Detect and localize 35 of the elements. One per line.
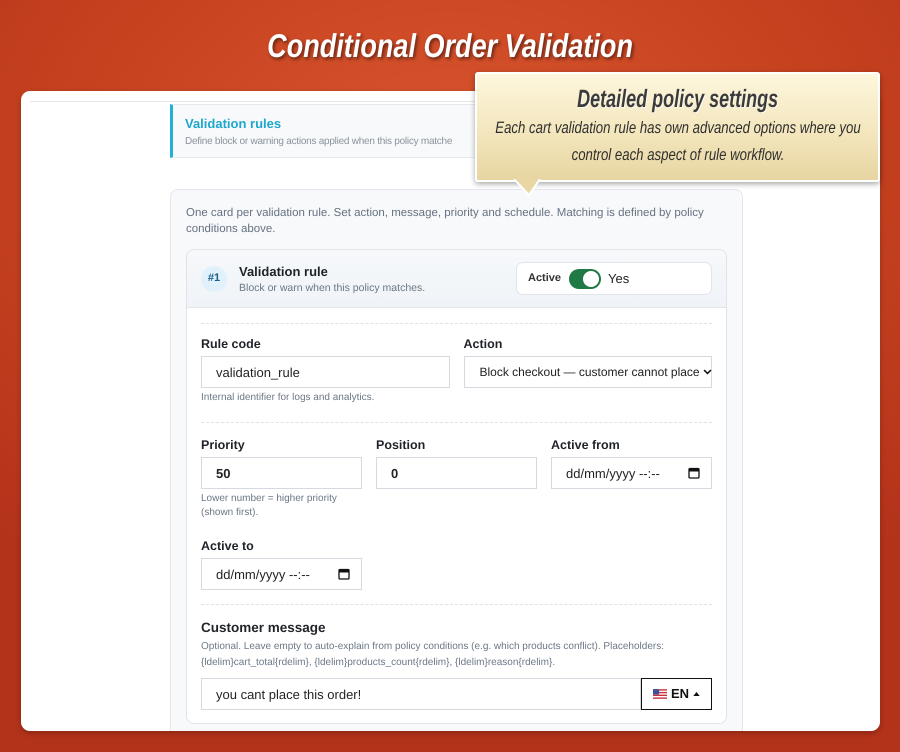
- field-help-text: Internal identifier for logs and analytics.: [201, 391, 374, 405]
- rules-intro: One card per validation rule. Set action, message, priority and schedule. Matching is defined by policy conditions above.: [186, 206, 705, 237]
- field-label: Priority: [201, 437, 246, 453]
- callout-title: Detailed policy settings: [576, 85, 778, 114]
- flag-icon: [652, 689, 667, 699]
- chevron-down-icon: [702, 369, 712, 375]
- rule-number-badge: #1: [201, 266, 227, 292]
- calendar-icon[interactable]: [338, 568, 350, 580]
- date-field[interactable]: dd/mm/yyyy --:--: [551, 457, 712, 489]
- caret-up-icon: [693, 692, 700, 696]
- number-field[interactable]: 50: [201, 457, 362, 489]
- field-label: Rule code: [201, 336, 262, 352]
- action-dropdown[interactable]: Block checkout — customer cannot place: [464, 356, 712, 388]
- field-help-text: Optional. Leave empty to auto-explain from policy conditions (e.g. which products conflict). Placeholders: {ldelim}cart_total{rdelim}, {ldelim}products_count{rdelim}, {ldelim}reason{rdelim}.: [201, 640, 666, 670]
- field-label: Active from: [551, 437, 621, 453]
- banner-title: Conditional Order Validation: [267, 26, 633, 66]
- section-title: Validation rules: [185, 115, 282, 132]
- number-field[interactable]: 0: [376, 457, 537, 489]
- rule-subtitle: Block or warn when this policy matches.: [239, 280, 426, 294]
- date-field[interactable]: dd/mm/yyyy --:--: [201, 558, 362, 590]
- field-label: Active to: [201, 538, 255, 554]
- active-switch[interactable]: [569, 268, 602, 288]
- calendar-icon[interactable]: [688, 467, 700, 479]
- language-button[interactable]: EN: [641, 678, 712, 710]
- field-label: Action: [464, 336, 504, 352]
- field-help-text: Lower number = higher priority (shown first).: [201, 492, 338, 520]
- text-field[interactable]: validation_rule: [201, 356, 450, 388]
- toggle-value: Yes: [608, 270, 630, 288]
- callout-text: Each cart validation rule has own advanced options where you control each aspect of rule workflow.: [494, 118, 862, 166]
- field-label: Customer message: [201, 619, 327, 637]
- message-field[interactable]: you cant place this order!: [201, 678, 641, 710]
- rule-title: Validation rule: [239, 262, 329, 280]
- toggle-label: Active: [528, 271, 562, 286]
- section-description: Define block or warning actions applied when this policy matche: [185, 135, 452, 149]
- field-label: Position: [376, 437, 426, 453]
